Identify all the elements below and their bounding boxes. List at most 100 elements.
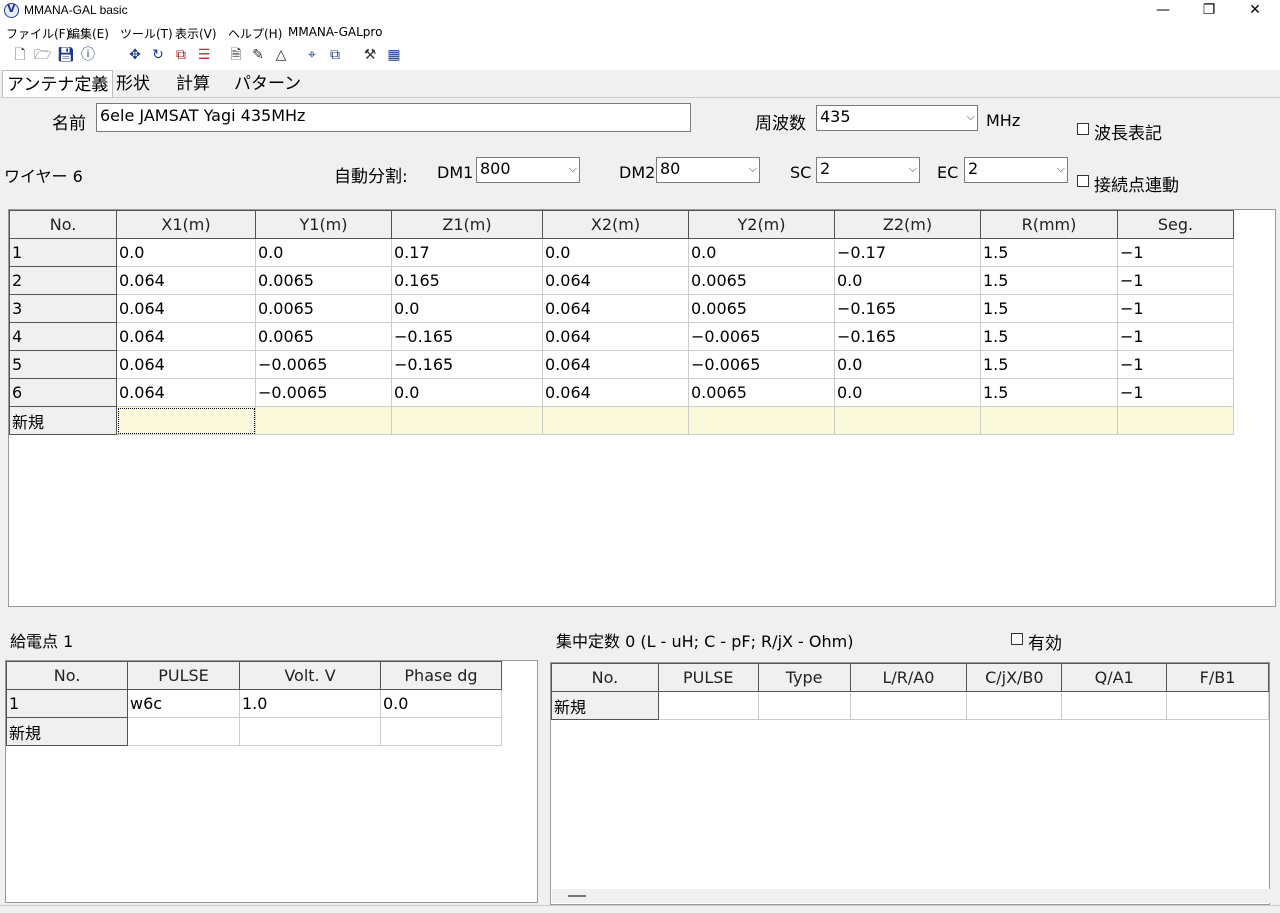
target-icon[interactable]: ⌖ [304,47,320,63]
col-header[interactable]: No. [6,661,128,690]
table-cell[interactable] [1117,406,1234,435]
table-cell[interactable]: 0.0 [391,378,543,407]
menu-mmana-galpro[interactable]: MMANA-GALpro [288,25,382,39]
table-cell[interactable] [239,717,381,746]
table-cell[interactable]: 0.17 [391,238,543,267]
save-icon[interactable]: 💾︎ [57,47,75,63]
pen-icon[interactable]: ✎ [250,47,266,63]
table-cell[interactable]: 1.5 [980,350,1118,379]
menu-file[interactable]: ファイル(F) [6,25,70,42]
table-cell[interactable]: −1 [1117,378,1234,407]
table-cell[interactable]: −0.165 [834,322,981,351]
col-header[interactable]: Type [757,663,851,692]
table-cell[interactable]: 0.0065 [688,266,835,295]
col-header[interactable]: PULSE [657,663,759,692]
col-header[interactable]: X2(m) [542,210,689,239]
menu-edit[interactable]: 編集(E) [68,25,109,42]
dm2-select[interactable]: 80 ⌵ [656,157,760,183]
link-connection-checkbox[interactable] [1077,175,1089,187]
row-number[interactable]: 2 [9,266,117,295]
col-header[interactable]: Y1(m) [255,210,392,239]
table-cell[interactable]: 0.0065 [688,378,835,407]
dm1-select[interactable]: 800 ⌵ [476,157,580,183]
table-cell[interactable]: 0.0 [542,238,689,267]
table-cell[interactable]: 0.0 [834,350,981,379]
table-cell[interactable]: 1.5 [980,266,1118,295]
table-cell[interactable] [1166,691,1269,720]
table-cell[interactable]: 0.064 [542,266,689,295]
table-cell[interactable]: 0.064 [116,294,256,323]
table-cell[interactable]: −0.0065 [255,350,392,379]
new-row-label[interactable]: 新規 [9,406,117,435]
table-cell[interactable]: 0.064 [116,350,256,379]
table-cell[interactable]: 0.0 [255,238,392,267]
col-header[interactable]: Q/A1 [1061,663,1168,692]
new-file-icon[interactable]: 🗋 [12,47,28,63]
new-row-label[interactable]: 新規 [551,691,659,720]
table-cell[interactable] [966,691,1063,720]
table-cell[interactable]: 0.0065 [255,322,392,351]
tab-calculate[interactable]: 計算 [172,70,214,98]
scrollbar-thumb[interactable] [568,895,586,897]
table-cell[interactable]: −0.0065 [688,322,835,351]
table-cell[interactable]: −1 [1117,294,1234,323]
table-cell[interactable]: 0.064 [542,350,689,379]
table-cell[interactable]: 1.5 [980,378,1118,407]
tools-icon[interactable]: ⚒ [362,47,378,63]
document-icon[interactable]: 🗎 [228,47,244,63]
table-cell[interactable] [116,406,256,435]
info-icon[interactable]: ⓘ [80,47,96,63]
table-cell[interactable]: −0.0065 [255,378,392,407]
col-header[interactable]: No. [9,210,117,239]
tab-geometry[interactable]: 形状 [112,70,154,98]
copy-icon[interactable]: ⧉ [327,47,343,63]
table-cell[interactable] [127,717,240,746]
table-cell[interactable]: 0.0065 [255,266,392,295]
table-cell[interactable]: 0.0 [688,238,835,267]
table-cell[interactable]: −1 [1117,322,1234,351]
table-cell[interactable]: −0.17 [834,238,981,267]
table-cell[interactable] [391,406,543,435]
table-cell[interactable]: 0.165 [391,266,543,295]
row-number[interactable]: 1 [9,238,117,267]
col-header[interactable]: Z2(m) [834,210,981,239]
loads-horizontal-scrollbar[interactable] [552,889,1270,903]
table-cell[interactable]: w6c [127,689,240,718]
table-cell[interactable]: −0.165 [391,322,543,351]
move-icon[interactable]: ✥ [127,47,143,63]
table-cell[interactable]: −1 [1117,350,1234,379]
frequency-select[interactable]: 435 ⌵ [816,105,978,131]
col-header[interactable]: PULSE [127,661,240,690]
col-header[interactable]: Seg. [1117,210,1234,239]
col-header[interactable]: Phase dg [380,661,502,690]
wire-edit-icon[interactable]: ☰ [196,47,212,63]
table-cell[interactable] [542,406,689,435]
table-cell[interactable]: 0.064 [116,266,256,295]
table-cell[interactable]: 0.0 [834,266,981,295]
sc-select[interactable]: 2 ⌵ [816,157,920,183]
table-cell[interactable]: 1.5 [980,238,1118,267]
table-cell[interactable]: 0.064 [542,294,689,323]
table-cell[interactable]: −1 [1117,238,1234,267]
menu-help[interactable]: ヘルプ(H) [228,25,282,42]
col-header[interactable]: C/jX/B0 [966,663,1063,692]
table-cell[interactable] [380,717,502,746]
table-cell[interactable] [1061,691,1168,720]
loads-enable-checkbox[interactable] [1011,633,1023,645]
row-number[interactable]: 4 [9,322,117,351]
table-cell[interactable]: −0.165 [391,350,543,379]
menu-tools[interactable]: ツール(T) [120,25,173,42]
table-cell[interactable]: 0.0065 [255,294,392,323]
table-cell[interactable]: 0.0 [116,238,256,267]
menu-view[interactable]: 表示(V) [175,25,217,42]
table-cell[interactable]: −1 [1117,266,1234,295]
col-header[interactable]: F/B1 [1166,663,1269,692]
tab-antenna-definition[interactable]: アンテナ定義 [2,70,114,99]
restore-button[interactable]: ❐ [1186,0,1232,22]
row-number[interactable]: 3 [9,294,117,323]
col-header[interactable]: L/R/A0 [849,663,968,692]
open-folder-icon[interactable]: 🗁 [34,47,51,63]
table-cell[interactable]: −0.165 [834,294,981,323]
ec-select[interactable]: 2 ⌵ [964,157,1068,183]
table-cell[interactable]: 0.0065 [688,294,835,323]
